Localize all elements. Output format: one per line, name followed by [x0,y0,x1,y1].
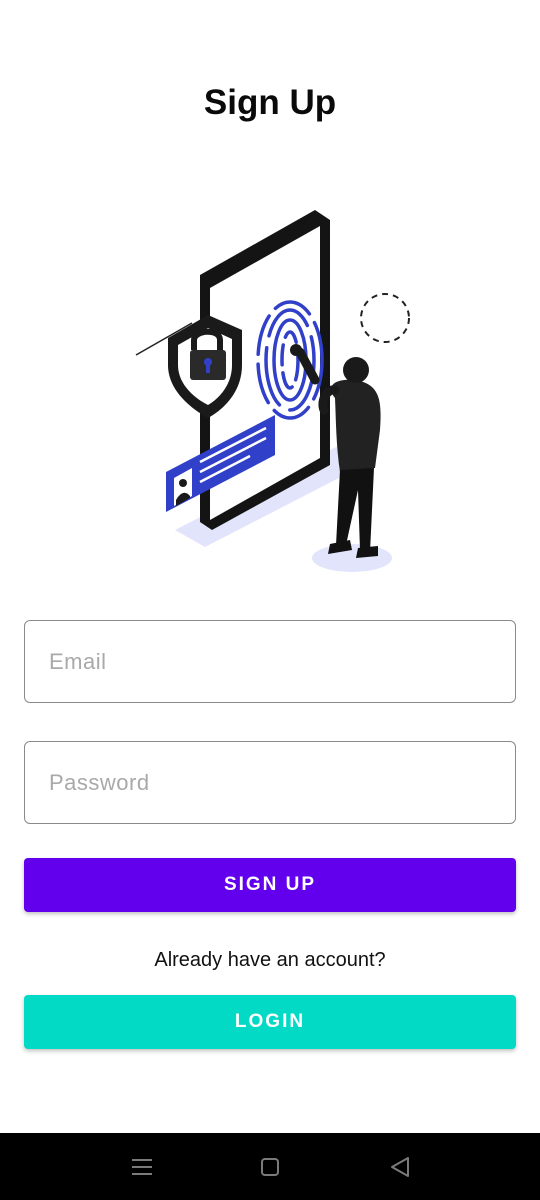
email-field[interactable] [24,620,516,703]
system-navigation-bar [0,1133,540,1200]
page-title: Sign Up [203,83,337,122]
sign-up-button[interactable]: SIGN UP [24,858,516,912]
fingerprint-security-illustration [135,210,410,572]
menu-lines-icon[interactable] [128,1153,156,1181]
password-field[interactable] [24,741,516,824]
already-have-account-text: Already have an account? [154,949,386,971]
login-button[interactable]: LOGIN [24,995,516,1049]
square-home-icon[interactable] [256,1153,284,1181]
triangle-back-icon[interactable] [386,1153,414,1181]
